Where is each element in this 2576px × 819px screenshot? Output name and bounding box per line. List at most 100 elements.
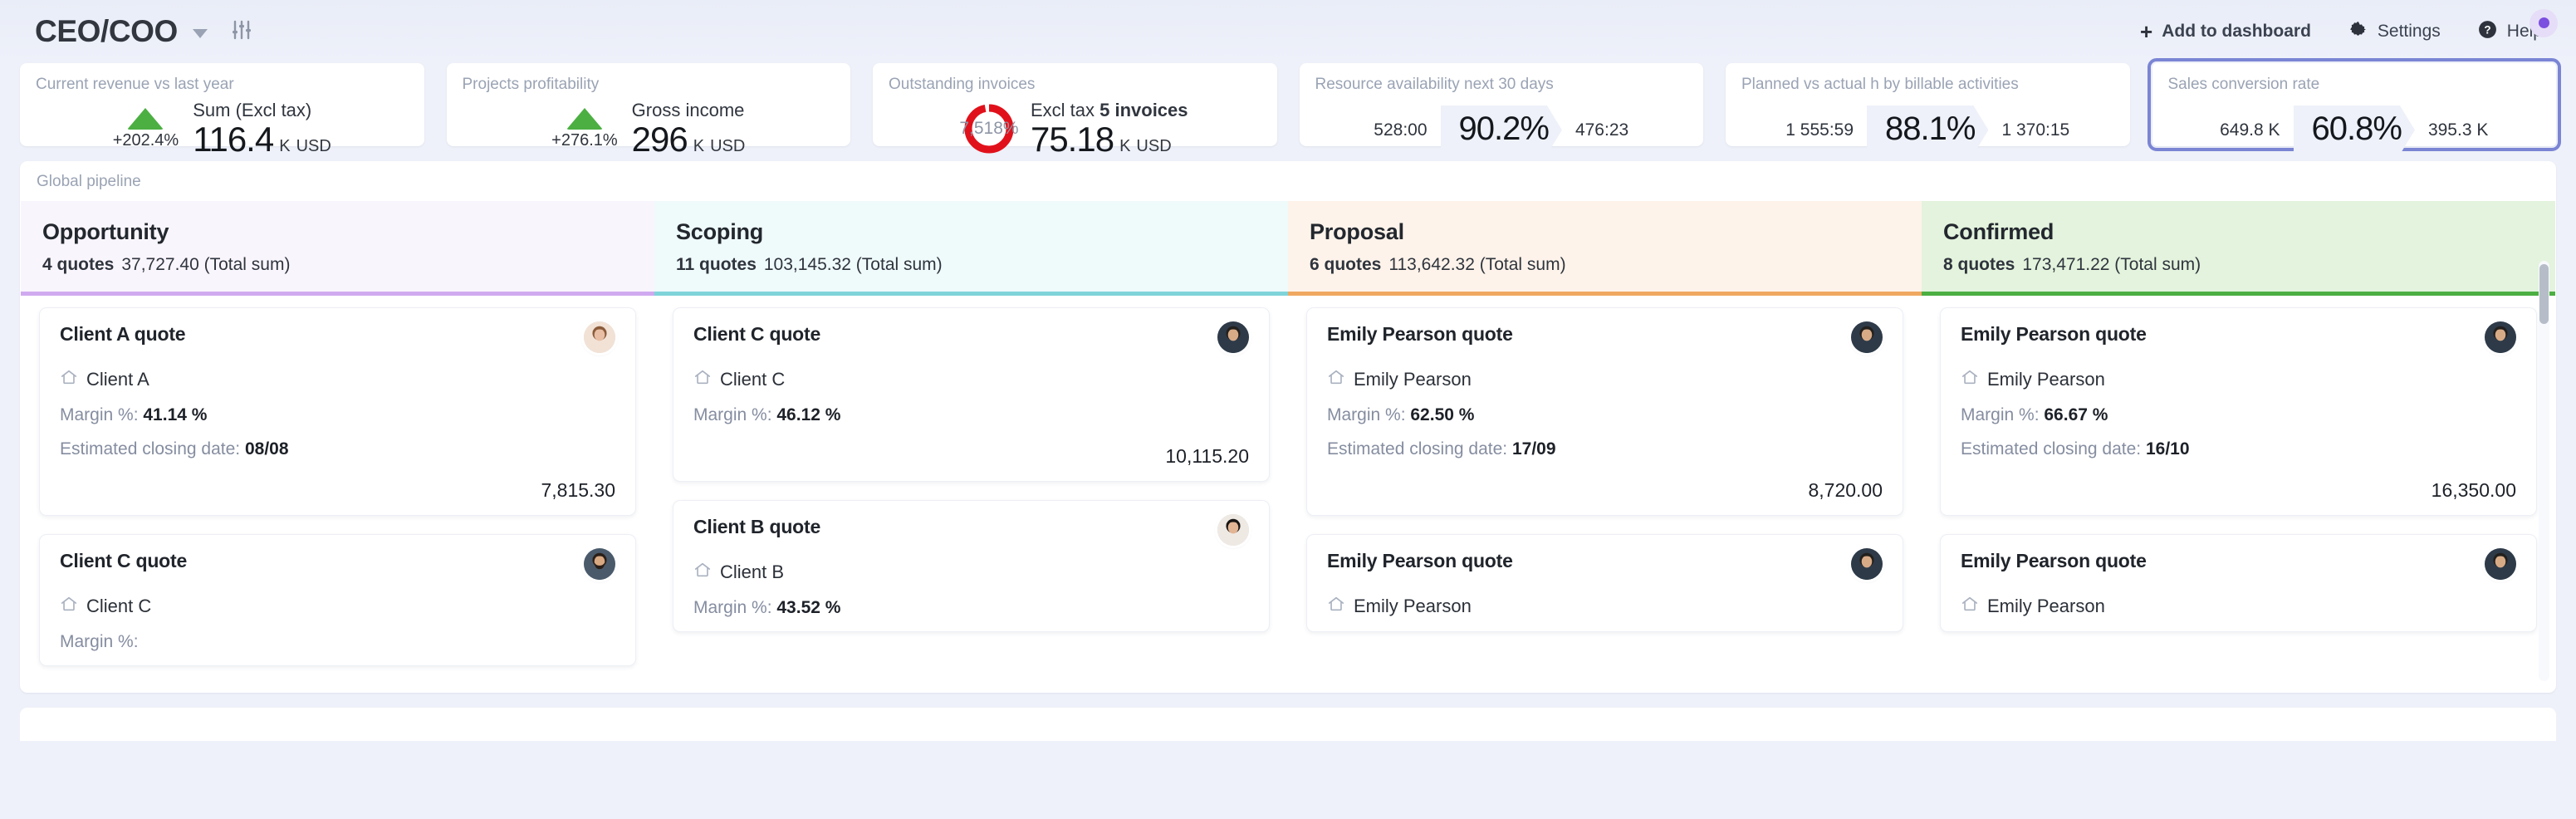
add-to-dashboard-button[interactable]: + Add to dashboard: [2140, 21, 2311, 42]
quote-card[interactable]: Client C quote Client C Margin %: 46.12 % 1…: [673, 307, 1270, 482]
stage-total-sum: 113,642.32 (Total sum): [1388, 255, 1566, 274]
kpi-ratio-right: 476:23: [1574, 120, 1629, 140]
kpi-ratio-left: 528:00: [1374, 120, 1428, 140]
closing-date-value: 17/09: [1511, 439, 1556, 459]
closing-date-label: Estimated closing date:: [60, 439, 241, 459]
kpi-currency: USD: [1136, 136, 1172, 155]
pipeline-stage-columns: Client A quote Client A Margin %: 41.14 % E…: [20, 296, 2556, 693]
kpi-donut-label: 7,518%: [959, 119, 1019, 139]
sliders-icon[interactable]: [231, 20, 252, 44]
kpi-card-6[interactable]: Sales conversion rate 649.8 K 60.8% 395.3 K: [2147, 58, 2561, 146]
kpi-unit: K: [279, 136, 291, 155]
pipeline-column-scoping: Client C quote Client C Margin %: 46.12 % 1…: [654, 296, 1288, 693]
kpi-ratio-value: 60.8%: [2294, 105, 2415, 154]
quote-amount: 7,815.30: [541, 479, 615, 501]
avatar[interactable]: [584, 321, 615, 353]
kpi-ratio: 528:00 90.2% 476:23: [1315, 105, 1688, 154]
settings-label: Settings: [2377, 22, 2441, 41]
quote-margin-row: Margin %:: [60, 632, 615, 652]
help-circle-icon: ?: [2477, 19, 2498, 45]
quote-client-row: Client B: [693, 561, 1249, 584]
kpi-sub-label: Excl tax 5 invoices: [1031, 100, 1188, 121]
quote-client-name: Client C: [720, 369, 786, 390]
home-icon: [693, 368, 712, 391]
pipeline-label: Global pipeline: [37, 173, 141, 190]
pipeline-scrollbar-thumb[interactable]: [2539, 264, 2549, 324]
quote-card[interactable]: Emily Pearson quote Emily Pearson Margin %…: [1306, 307, 1903, 516]
kpi-ratio: 649.8 K 60.8% 395.3 K: [2168, 105, 2541, 154]
home-icon: [1961, 368, 1979, 391]
kpi-card-4[interactable]: Resource availability next 30 days 528:00…: [1299, 63, 1703, 146]
avatar[interactable]: [1217, 321, 1249, 353]
quote-card-header: Client C quote: [693, 321, 1249, 353]
avatar[interactable]: [1851, 548, 1883, 580]
kpi-value: 116.4: [193, 119, 274, 159]
margin-label: Margin %:: [693, 598, 772, 617]
kpi-value: 296: [631, 119, 688, 159]
kpi-value-block: Excl tax 5 invoices 75.18 K USD: [1030, 100, 1188, 159]
kpi-card-2[interactable]: Projects profitability +276.1% Gross incom…: [446, 63, 850, 157]
trend-up-icon: [127, 107, 164, 130]
chevron-down-icon[interactable]: [192, 28, 208, 38]
kpi-sub-label: Sum (Excl tax): [193, 100, 312, 120]
quote-title: Emily Pearson quote: [1961, 550, 2147, 571]
settings-button[interactable]: Settings: [2348, 19, 2441, 45]
quote-title: Emily Pearson quote: [1327, 550, 1513, 571]
kpi-value-block: Gross income 296 K USD: [631, 100, 746, 159]
avatar[interactable]: [2485, 321, 2516, 353]
margin-label: Margin %:: [1327, 405, 1406, 424]
avatar[interactable]: [1851, 321, 1883, 353]
kpi-sub-strong: 5 invoices: [1099, 100, 1188, 120]
app-header: CEO/COO + Add to dashboard Settings ? He…: [0, 0, 2576, 63]
quote-card[interactable]: Emily Pearson quote Emily Pearson: [1306, 534, 1903, 632]
quote-card[interactable]: Emily Pearson quote Emily Pearson: [1940, 534, 2537, 632]
stage-total-sum: 37,727.40 (Total sum): [121, 255, 291, 274]
quote-card[interactable]: Client B quote Client B Margin %: 43.52 %: [673, 500, 1270, 632]
quote-card-header: Emily Pearson quote: [1961, 548, 2516, 580]
pipeline-stage-header-opportunity[interactable]: Opportunity 4 quotes 37,727.40 (Total sum): [21, 201, 654, 296]
kpi-ratio-value: 90.2%: [1441, 105, 1562, 154]
quote-margin-row: Margin %: 41.14 %: [60, 405, 615, 425]
quote-client-name: Client C: [86, 596, 152, 616]
pipeline-stage-header-proposal[interactable]: Proposal 6 quotes 113,642.32 (Total sum): [1288, 201, 1922, 296]
quote-card-header: Client B quote: [693, 514, 1249, 546]
quote-card[interactable]: Client A quote Client A Margin %: 41.14 % E…: [39, 307, 636, 516]
kpi-card-3[interactable]: Outstanding invoices 7,518% Excl tax 5 inv…: [873, 63, 1277, 157]
quote-client-row: Emily Pearson: [1961, 595, 2516, 618]
kpi-trend: +276.1%: [551, 107, 618, 150]
quote-title: Emily Pearson quote: [1327, 323, 1513, 345]
kpi-card-1[interactable]: Current revenue vs last year +202.4% Sum (…: [20, 63, 424, 157]
kpi-card-row: Current revenue vs last year +202.4% Sum (…: [0, 58, 2576, 157]
avatar[interactable]: [1217, 514, 1249, 546]
pipeline-scrollbar[interactable]: [2539, 261, 2549, 681]
avatar[interactable]: [584, 548, 615, 580]
workspace-selector[interactable]: CEO/COO: [35, 14, 252, 49]
kpi-card-5[interactable]: Planned vs actual h by billable activiti…: [1726, 63, 2130, 146]
kpi-value: 75.18: [1030, 119, 1114, 159]
stage-meta: 4 quotes 37,727.40 (Total sum): [42, 255, 633, 275]
avatar[interactable]: [2485, 548, 2516, 580]
notification-indicator[interactable]: [2529, 8, 2558, 37]
quote-client-row: Emily Pearson: [1327, 368, 1883, 391]
plus-icon: +: [2140, 19, 2153, 44]
quote-title: Client A quote: [60, 323, 186, 345]
quote-title: Client B quote: [693, 516, 821, 537]
quote-margin-row: Margin %: 66.67 %: [1961, 405, 2516, 425]
kpi-main-value-line: 296 K USD: [631, 119, 746, 159]
kpi-currency: USD: [296, 136, 331, 155]
stage-quote-count: 11 quotes: [676, 255, 757, 274]
margin-value: 43.52 %: [776, 598, 841, 617]
kpi-trend-value: +276.1%: [551, 130, 618, 150]
quote-title: Client C quote: [693, 323, 821, 345]
page-title: CEO/COO: [35, 14, 178, 48]
pipeline-stage-header-scoping[interactable]: Scoping 11 quotes 103,145.32 (Total sum): [654, 201, 1288, 296]
svg-text:?: ?: [2484, 23, 2490, 36]
pipeline-stage-header-confirmed[interactable]: Confirmed 8 quotes 173,471.22 (Total sum): [1922, 201, 2555, 296]
margin-value: 41.14 %: [143, 405, 208, 424]
quote-client-row: Emily Pearson: [1961, 368, 2516, 391]
quote-card[interactable]: Emily Pearson quote Emily Pearson Margin %…: [1940, 307, 2537, 516]
kpi-body: +202.4% Sum (Excl tax) 116.4 K USD: [36, 100, 409, 159]
margin-label: Margin %:: [60, 632, 139, 651]
quote-card[interactable]: Client C quote Client C Margin %:: [39, 534, 636, 666]
margin-value: 46.12 %: [776, 405, 841, 424]
